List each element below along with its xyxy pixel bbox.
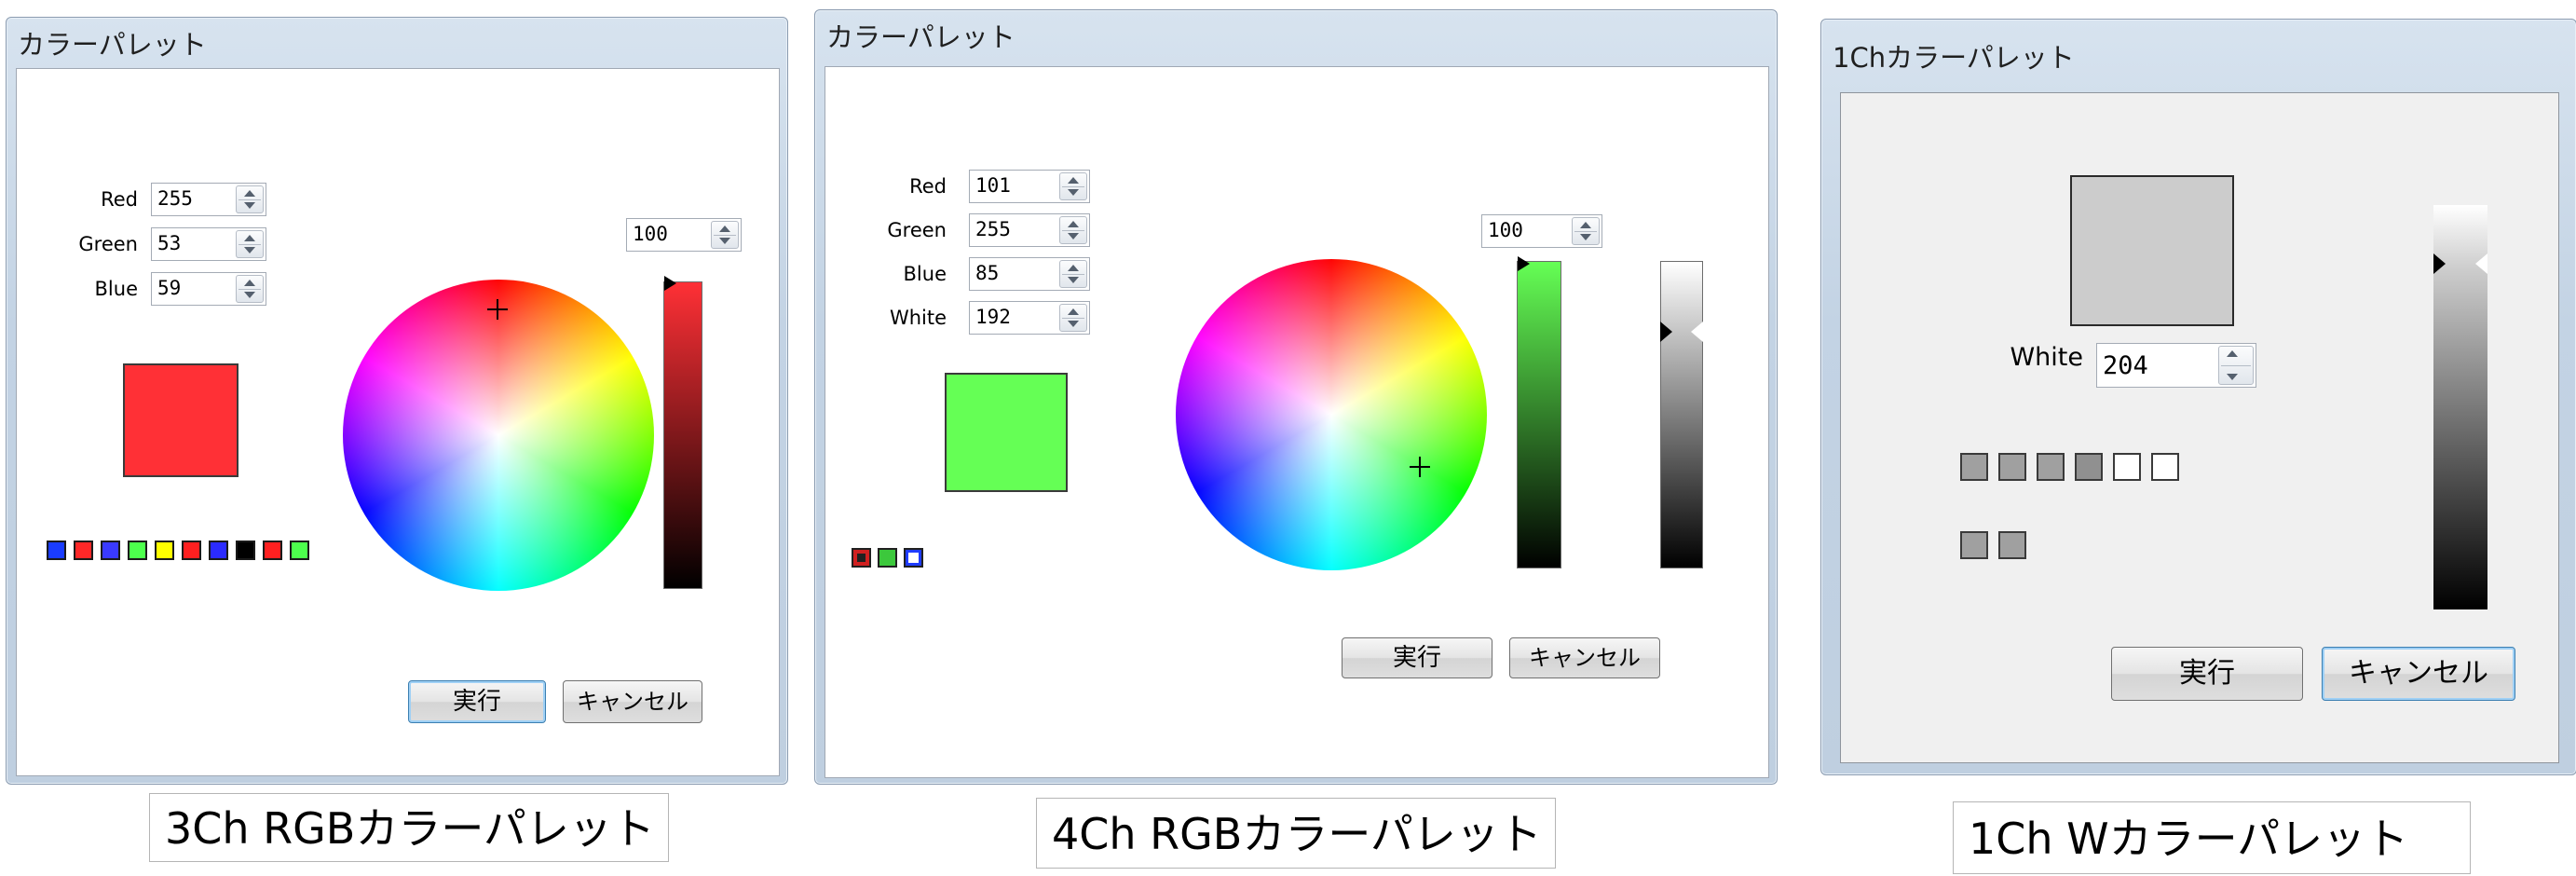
color-swatch[interactable] — [1960, 531, 1988, 559]
dialog-client-area: Red 101 Green 255 Blue 85 White 192 100 — [825, 66, 1769, 778]
spinner-arrows-icon[interactable] — [711, 221, 739, 249]
color-preview — [2070, 175, 2234, 326]
color-swatch[interactable] — [2151, 453, 2179, 481]
spinner-arrows-icon[interactable] — [236, 230, 264, 258]
green-label: Green — [78, 233, 138, 255]
color-swatch[interactable] — [47, 541, 66, 560]
swatch-row — [852, 548, 963, 570]
red-spinner[interactable]: 255 — [151, 183, 266, 216]
color-swatch[interactable] — [101, 541, 120, 560]
spinner-arrows-icon[interactable] — [1059, 260, 1087, 288]
blue-label: Blue — [94, 278, 138, 300]
white-spinner[interactable]: 204 — [2096, 343, 2256, 388]
caption-4ch: 4Ch RGBカラーパレット — [1036, 798, 1556, 869]
execute-button[interactable]: 実行 — [1342, 637, 1492, 678]
white-label: White — [2010, 343, 2083, 372]
color-swatch[interactable] — [1960, 453, 1988, 481]
white-spinner[interactable]: 192 — [969, 301, 1090, 335]
color-palette-dialog-1ch: 1Chカラーパレット White 204 実行 キャンセル — [1820, 19, 2576, 775]
brightness-slider[interactable] — [663, 281, 702, 589]
color-swatch[interactable] — [2113, 453, 2141, 481]
white-slider-handle-right-icon[interactable] — [2475, 253, 2487, 274]
spinner-arrows-icon[interactable] — [2218, 346, 2254, 385]
cancel-button[interactable]: キャンセル — [1509, 637, 1660, 678]
green-label: Green — [887, 219, 947, 241]
slider-handle-icon[interactable] — [1518, 256, 1530, 271]
red-value[interactable]: 101 — [975, 174, 1011, 197]
red-label: Red — [101, 188, 138, 211]
red-spinner[interactable]: 101 — [969, 170, 1090, 203]
spinner-arrows-icon[interactable] — [236, 185, 264, 213]
blue-label: Blue — [903, 263, 947, 285]
white-slider-handle-right-icon[interactable] — [1691, 322, 1703, 342]
brightness-slider[interactable] — [1517, 261, 1561, 568]
slider-handle-icon[interactable] — [664, 276, 676, 291]
color-wheel[interactable] — [1176, 259, 1487, 570]
brightness-spinner[interactable]: 100 — [626, 218, 742, 252]
caption-3ch: 3Ch RGBカラーパレット — [149, 793, 669, 862]
green-spinner[interactable]: 255 — [969, 213, 1090, 247]
brightness-spinner[interactable]: 100 — [1481, 214, 1602, 248]
color-swatch[interactable] — [236, 541, 255, 560]
blue-value[interactable]: 85 — [975, 262, 999, 284]
color-swatch[interactable] — [182, 541, 201, 560]
green-value[interactable]: 255 — [975, 218, 1011, 240]
color-swatch[interactable] — [1998, 531, 2026, 559]
dialog-title: カラーパレット — [18, 29, 207, 61]
white-value[interactable]: 204 — [2103, 351, 2148, 380]
swatch-row-1 — [1960, 453, 2202, 483]
color-swatch[interactable] — [209, 541, 228, 560]
dialog-client-area: White 204 実行 キャンセル — [1840, 92, 2559, 763]
color-palette-dialog-4ch: カラーパレット Red 101 Green 255 Blue 85 White … — [814, 9, 1778, 785]
execute-button[interactable]: 実行 — [2111, 647, 2303, 701]
execute-button[interactable]: 実行 — [408, 680, 546, 723]
swatch-row-2 — [1960, 531, 2053, 561]
cancel-button[interactable]: キャンセル — [563, 680, 702, 723]
color-swatch[interactable] — [2075, 453, 2103, 481]
color-swatch[interactable] — [155, 541, 174, 560]
brightness-value[interactable]: 100 — [633, 223, 668, 245]
green-spinner[interactable]: 53 — [151, 227, 266, 261]
spinner-arrows-icon[interactable] — [1059, 304, 1087, 332]
red-label: Red — [909, 175, 947, 198]
green-value[interactable]: 53 — [157, 232, 181, 254]
spinner-arrows-icon[interactable] — [1059, 216, 1087, 244]
white-slider-handle-left-icon[interactable] — [1660, 322, 1672, 342]
color-swatch[interactable] — [878, 548, 897, 568]
white-label: White — [889, 307, 947, 329]
color-preview — [945, 373, 1068, 492]
color-picker-crosshair-icon[interactable] — [1410, 457, 1430, 477]
color-swatch[interactable] — [128, 541, 147, 560]
dialog-title: カラーパレット — [826, 21, 1015, 53]
color-swatch[interactable] — [852, 548, 871, 568]
color-preview — [123, 363, 239, 477]
color-swatch[interactable] — [2037, 453, 2065, 481]
spinner-arrows-icon[interactable] — [1572, 217, 1600, 245]
cancel-button[interactable]: キャンセル — [2322, 647, 2515, 701]
blue-spinner[interactable]: 59 — [151, 272, 266, 306]
color-swatch[interactable] — [263, 541, 282, 560]
white-slider-handle-left-icon[interactable] — [2433, 253, 2446, 274]
swatch-row — [47, 541, 345, 563]
brightness-value[interactable]: 100 — [1488, 219, 1523, 241]
color-palette-dialog-3ch: カラーパレット Red 255 Green 53 Blue 59 100 実行 … — [6, 17, 788, 785]
blue-value[interactable]: 59 — [157, 277, 181, 299]
spinner-arrows-icon[interactable] — [1059, 172, 1087, 200]
color-swatch[interactable] — [74, 541, 93, 560]
color-picker-crosshair-icon[interactable] — [487, 299, 508, 320]
color-swatch[interactable] — [290, 541, 309, 560]
color-swatch[interactable] — [1998, 453, 2026, 481]
color-swatch[interactable] — [904, 548, 923, 568]
red-value[interactable]: 255 — [157, 187, 193, 210]
blue-spinner[interactable]: 85 — [969, 257, 1090, 291]
white-slider[interactable] — [1660, 261, 1703, 568]
white-value[interactable]: 192 — [975, 306, 1011, 328]
caption-1ch: 1Ch Wカラーパレット — [1953, 801, 2471, 874]
dialog-client-area: Red 255 Green 53 Blue 59 100 実行 キャンセル — [16, 68, 780, 776]
dialog-title: 1Chカラーパレット — [1833, 42, 2075, 74]
color-wheel[interactable] — [343, 280, 654, 591]
spinner-arrows-icon[interactable] — [236, 275, 264, 303]
